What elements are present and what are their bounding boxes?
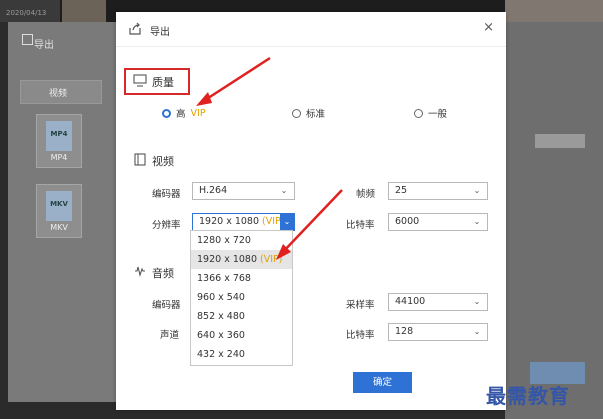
annotation-arrow: [280, 189, 343, 255]
annotation-arrow: [201, 56, 271, 104]
annotation-arrowhead: [196, 92, 212, 106]
watermark: 最需教育: [486, 384, 570, 408]
annotation-arrows: [196, 56, 343, 260]
